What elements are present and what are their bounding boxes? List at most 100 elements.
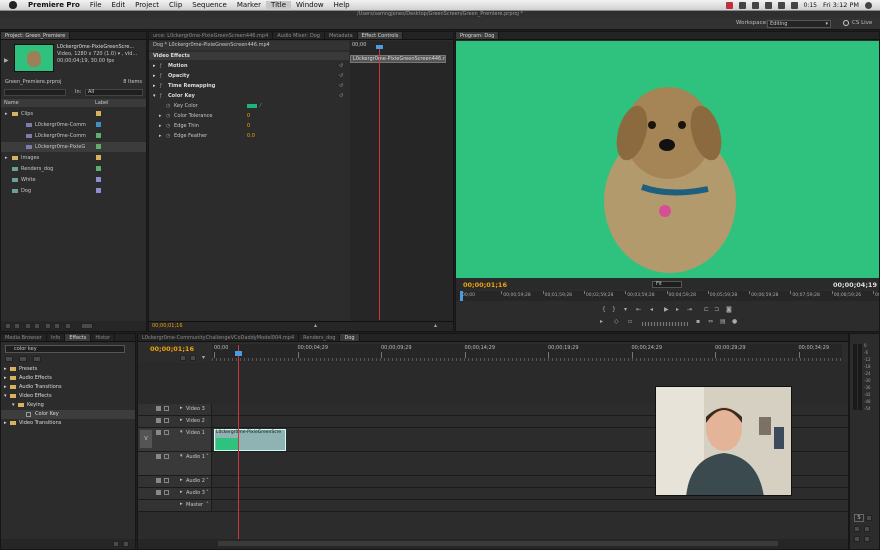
project-row[interactable]: Dog xyxy=(1,186,146,196)
effect-param-value[interactable]: 0.0 xyxy=(247,132,255,141)
label-swatch[interactable] xyxy=(96,177,101,182)
lock-icon[interactable] xyxy=(164,418,169,423)
track-target-v[interactable]: V xyxy=(140,430,152,448)
disclosure-icon[interactable]: ▾ xyxy=(12,401,15,410)
project-row[interactable]: Renders_dog xyxy=(1,164,146,174)
label-swatch[interactable] xyxy=(96,122,101,127)
go-to-in-icon[interactable]: ⇤ xyxy=(636,307,641,313)
col-name[interactable]: Name xyxy=(4,99,19,107)
wrench-icon[interactable] xyxy=(854,526,860,532)
project-search-input[interactable] xyxy=(4,89,66,96)
effect-param-value[interactable]: 0 xyxy=(247,112,250,121)
disclosure-icon[interactable]: ▸ xyxy=(4,374,7,383)
hand-icon[interactable] xyxy=(864,526,870,532)
spotlight-icon[interactable] xyxy=(865,1,872,9)
step-forward-icon[interactable]: ▸ xyxy=(676,307,679,313)
reset-icon[interactable]: ↺ xyxy=(339,62,343,71)
effect-row[interactable]: ▾ ƒ Color Key ↺ xyxy=(149,92,349,101)
disclosure-icon[interactable]: ▾ xyxy=(180,429,183,435)
output-icon[interactable]: ▪ xyxy=(696,319,700,325)
lock-icon[interactable] xyxy=(164,430,169,435)
volume-icon[interactable] xyxy=(790,1,798,9)
fx-icon[interactable]: ƒ xyxy=(160,82,162,91)
timeline-scrollbar[interactable] xyxy=(218,541,778,546)
disclosure-icon[interactable]: ▸ xyxy=(180,417,183,423)
icon-view-icon[interactable] xyxy=(14,323,20,329)
disclosure-icon[interactable]: ▸ xyxy=(4,365,7,374)
tab-audio-mixer[interactable]: Audio Mixer: Dog xyxy=(273,32,325,39)
lift-icon[interactable]: ⊏ xyxy=(704,307,709,313)
label-swatch[interactable] xyxy=(96,144,101,149)
apple-icon[interactable] xyxy=(9,1,17,9)
fx-icon[interactable]: ƒ xyxy=(160,72,162,81)
stopwatch-icon[interactable]: ◷ xyxy=(166,112,170,121)
fx-icon[interactable]: ƒ xyxy=(160,62,162,71)
effect-param-row[interactable]: ▸ ◷ Edge Thin 0 xyxy=(149,122,349,131)
label-swatch[interactable] xyxy=(96,111,101,116)
mark-out-icon[interactable]: } xyxy=(612,307,616,313)
play-button-icon[interactable]: ▶ xyxy=(664,307,669,313)
fit-select[interactable]: Fit xyxy=(652,281,682,288)
effect-param-value[interactable]: 0 xyxy=(247,122,250,131)
tab-info[interactable]: Info xyxy=(47,334,66,341)
bluetooth-icon[interactable] xyxy=(764,1,772,9)
loop-icon[interactable]: ◇ xyxy=(614,319,619,325)
program-playhead[interactable] xyxy=(460,291,463,301)
tab-metadata[interactable]: Metadata xyxy=(325,32,358,39)
tab-timeline-community[interactable]: L0ckergr0me-CommunityChallengeVCoDaddyMo… xyxy=(138,334,300,341)
work-area-bar[interactable] xyxy=(212,358,842,361)
razor-icon[interactable] xyxy=(864,536,870,542)
marker-icon[interactable]: ▾ xyxy=(624,307,627,313)
tab-effects[interactable]: Effects xyxy=(65,334,92,341)
new-bin-icon[interactable] xyxy=(113,541,119,547)
in-select[interactable]: All xyxy=(85,89,143,96)
clock[interactable]: Fri 3:12 PM xyxy=(823,1,859,9)
yuv-icon[interactable] xyxy=(33,356,41,362)
label-swatch[interactable] xyxy=(96,155,101,160)
find-icon[interactable] xyxy=(34,323,40,329)
effects-tree-item[interactable]: ▸ Audio Effects xyxy=(1,374,135,383)
lock-icon[interactable] xyxy=(164,490,169,495)
tab-effect-controls[interactable]: Effect Controls xyxy=(357,32,404,39)
list-view-icon[interactable] xyxy=(5,323,11,329)
disclosure-icon[interactable]: ▸ xyxy=(180,501,183,507)
disclosure-icon[interactable]: ▸ xyxy=(153,62,156,71)
menu-title[interactable]: Title xyxy=(266,1,292,9)
trim-icon[interactable]: ⇔ xyxy=(708,319,713,325)
record-button-icon[interactable]: ● xyxy=(732,319,737,325)
disclosure-icon[interactable]: ▾ xyxy=(180,453,183,459)
automate-icon[interactable] xyxy=(25,323,31,329)
effects-tree-item[interactable]: Color Key xyxy=(1,410,135,419)
stopwatch-icon[interactable]: ◷ xyxy=(166,122,170,131)
tab-project[interactable]: Project: Green_Premiere xyxy=(1,32,71,39)
record-icon[interactable] xyxy=(725,1,733,9)
label-swatch[interactable] xyxy=(96,166,101,171)
effect-row[interactable]: ▸ ƒ Time Remapping ↺ xyxy=(149,82,349,91)
timeline-timecode[interactable]: 00;00;01;16 xyxy=(150,345,194,353)
effects-tree-item[interactable]: ▸ Audio Transitions xyxy=(1,383,135,392)
effects-tree-item[interactable]: ▾ Video Effects xyxy=(1,392,135,401)
effect-playhead[interactable] xyxy=(379,45,380,320)
add-marker-icon[interactable]: ▾ xyxy=(202,355,205,361)
reset-icon[interactable]: ↺ xyxy=(339,72,343,81)
speaker-icon[interactable] xyxy=(156,490,161,495)
lock-icon[interactable] xyxy=(164,454,169,459)
menu-clip[interactable]: Clip xyxy=(164,1,187,9)
disclosure-icon[interactable]: ▸ xyxy=(4,383,7,392)
eye-icon[interactable] xyxy=(156,406,161,411)
cs-live-label[interactable]: CS Live xyxy=(852,20,872,26)
clear-icon[interactable] xyxy=(65,323,71,329)
multicam-icon[interactable]: ▤ xyxy=(720,319,726,325)
stopwatch-icon[interactable]: ◷ xyxy=(166,102,170,111)
menu-edit[interactable]: Edit xyxy=(107,1,131,9)
play-icon[interactable]: ▶ xyxy=(4,58,9,64)
new-item-icon[interactable] xyxy=(54,323,60,329)
app-menu[interactable]: Premiere Pro xyxy=(23,1,85,9)
label-swatch[interactable] xyxy=(96,188,101,193)
project-row[interactable]: ▸ Images xyxy=(1,153,146,163)
menu-sequence[interactable]: Sequence xyxy=(187,1,232,9)
tab-timeline-dog[interactable]: Dog xyxy=(340,334,360,341)
timeline-playhead[interactable] xyxy=(238,345,239,539)
menu-window[interactable]: Window xyxy=(291,1,329,9)
disclosure-icon[interactable]: ▸ xyxy=(153,72,156,81)
